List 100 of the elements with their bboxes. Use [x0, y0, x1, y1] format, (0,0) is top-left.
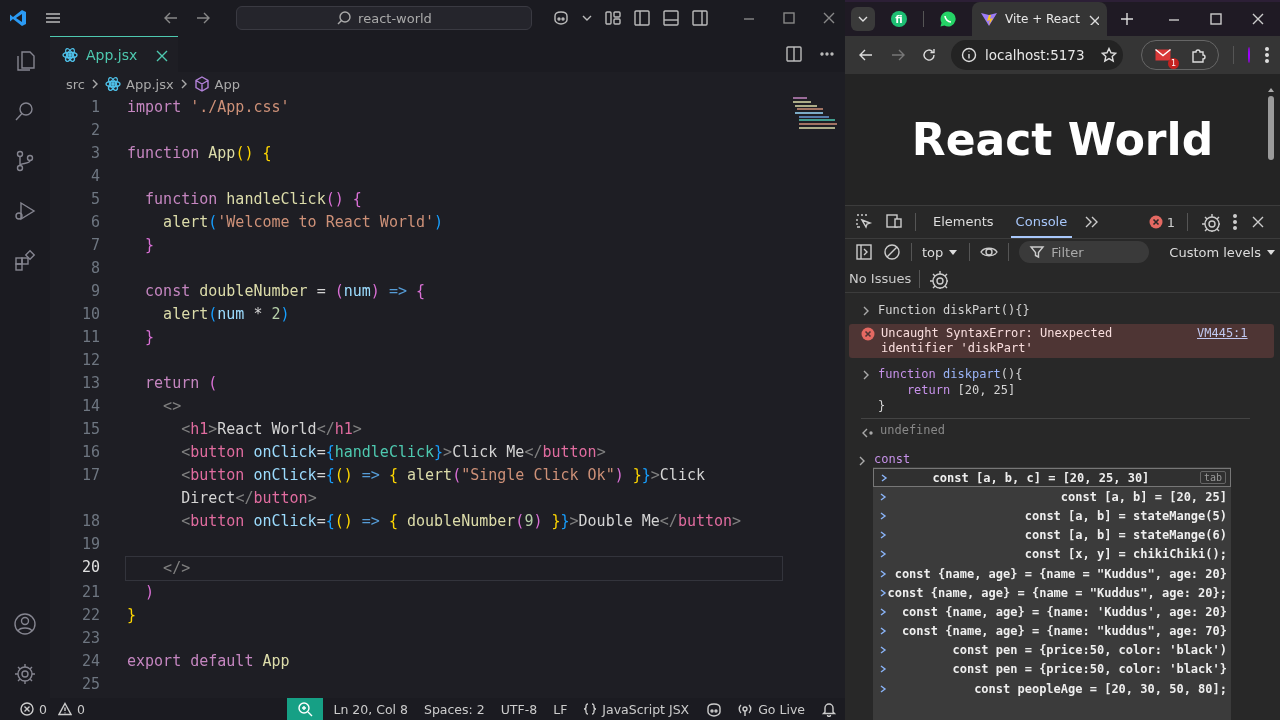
settings-icon[interactable] [928, 268, 949, 289]
suggestion-item[interactable]: const peopleAge = [20, 30, 50, 80]; [873, 679, 1231, 699]
minimap-drawing [791, 96, 837, 132]
settings-icon[interactable] [1200, 212, 1220, 232]
code-line: <button onClick={() => { doubleNumber(9) }}>Double Me</button> [180, 511, 742, 532]
search-field[interactable]: react-world [236, 6, 532, 30]
toggle-panel-icon[interactable] [662, 9, 680, 27]
inspect-icon[interactable] [855, 213, 873, 231]
browser-tab[interactable]: Vite + React [972, 2, 1107, 36]
address-bar[interactable]: localhost:5173 [951, 40, 1123, 70]
code-line: return ( [144, 373, 218, 394]
code-line: } [144, 327, 155, 348]
suggestion-item[interactable]: const {name, age} = {name = "Kuddus", age: 20} [873, 563, 1231, 584]
suggestion-item[interactable]: const {name, age} = {name: "kuddus", age: 70} [873, 621, 1231, 641]
line-number: 4 [89, 166, 100, 187]
toggle-secondary-sidebar-icon[interactable] [691, 9, 709, 27]
error-icon [861, 327, 875, 341]
maximize-icon[interactable] [1208, 11, 1224, 27]
context-dropdown[interactable]: top [922, 244, 960, 260]
console-prompt-input[interactable]: const [874, 452, 911, 466]
line-number: 13 [80, 373, 100, 394]
code-line: function App() { [127, 143, 272, 164]
line-number: 18 [80, 511, 100, 532]
line-number: 22 [80, 605, 100, 626]
expand-chevron-icon[interactable] [861, 369, 871, 381]
close-icon[interactable] [1250, 11, 1266, 27]
reload-icon[interactable] [921, 47, 937, 63]
toggle-primary-sidebar-icon[interactable] [633, 9, 651, 27]
line-number: 15 [80, 419, 100, 440]
line-number: 7 [89, 235, 100, 256]
suggestion-item[interactable]: const [a, b] = [20, 25] [873, 487, 1231, 507]
close-icon[interactable] [1250, 214, 1266, 230]
code-line: import './App.css' [127, 97, 290, 118]
encoding-button[interactable]: UTF-8 [492, 698, 546, 720]
settings-icon[interactable] [13, 662, 37, 686]
language-mode-button[interactable]: JavaScript JSX [575, 698, 698, 720]
devtools-tab[interactable]: Elements [928, 206, 999, 238]
suggestion-item[interactable]: const pen = {price:50, color: 'black'} [873, 659, 1231, 680]
line-number: 8 [89, 258, 100, 279]
suggestion-item[interactable]: const [a, b, c] = [20, 25, 30] tab [873, 468, 1231, 488]
new-tab-icon[interactable] [1118, 11, 1135, 27]
filter-field[interactable]: Filter [1019, 241, 1150, 263]
suggestion-item[interactable]: const {name, age} = {name: 'Kuddus', age: 20} [873, 602, 1231, 622]
line-number: 2 [89, 120, 100, 141]
more-icon[interactable] [1232, 213, 1238, 231]
code-line: function handleClick() { [144, 189, 362, 210]
suggestion-text: const {name, age} = {name = "Kuddus", age: 20} [893, 566, 1227, 581]
clear-console-icon[interactable] [883, 243, 901, 261]
run-debug-icon[interactable] [13, 199, 37, 223]
line-number: 23 [80, 628, 100, 649]
breadcrumb-item[interactable]: App.jsx [126, 76, 174, 92]
zoom-button[interactable] [287, 698, 324, 720]
page-heading: React World [911, 114, 1214, 165]
line-number: 24 [80, 651, 100, 672]
devtools-tab[interactable]: Console [1010, 206, 1073, 238]
copilot-icon[interactable] [552, 9, 570, 27]
vscode-logo-icon [8, 8, 28, 28]
line-ending-button[interactable]: LF [545, 698, 576, 720]
suggestion-item[interactable]: const [a, b] = stateMange(6) [873, 525, 1231, 545]
problems-button[interactable]: 0 0 [12, 698, 99, 720]
go-live-button[interactable]: Go Live [729, 698, 813, 720]
split-editor-icon[interactable] [785, 45, 803, 63]
layout-icon[interactable] [604, 9, 622, 27]
source-link[interactable]: VM445:1 [1197, 326, 1248, 341]
indentation-button[interactable]: Spaces: 2 [415, 698, 493, 720]
suggestion-item[interactable]: const {name, age} = {name = "Kuddus", age: 20}; [873, 583, 1231, 603]
code-line: ) [144, 582, 155, 603]
breadcrumb-item[interactable]: App [214, 76, 240, 92]
suggestion-item[interactable]: const [a, b] = stateMange(5) [873, 506, 1231, 526]
tab-hint: tab [1199, 471, 1226, 485]
show-sidebar-icon[interactable] [855, 243, 873, 261]
code-line: <button onClick={() => { alert("Single Click Ok") }}>Click Direct</button> [180, 465, 705, 509]
close-icon[interactable] [821, 10, 837, 26]
device-toolbar-icon[interactable] [885, 213, 903, 231]
suggestion-text: const {name, age} = {name: "kuddus", age: 70} [900, 624, 1227, 639]
line-number: 12 [80, 350, 100, 371]
tab-search-button[interactable] [851, 7, 875, 31]
copilot-icon[interactable] [705, 701, 722, 717]
suggestion-item[interactable]: const pen = {price:50, color: 'black') [873, 640, 1231, 660]
expand-chevron-icon[interactable] [861, 305, 871, 317]
puzzle-icon[interactable] [1190, 47, 1206, 63]
breadcrumb-item[interactable]: src [66, 76, 85, 92]
line-number: 25 [80, 674, 100, 695]
extensions-icon[interactable] [13, 249, 37, 273]
suggestion-item[interactable]: const [x, y] = chikiChiki(); [873, 544, 1231, 564]
more-icon[interactable] [1264, 46, 1270, 64]
mail-icon[interactable] [1154, 46, 1172, 64]
issues-text: No Issues [849, 271, 912, 286]
favicon: fi [891, 11, 907, 27]
account-icon[interactable] [13, 612, 37, 636]
error-count-button[interactable]: 1 [1148, 214, 1175, 230]
cursor-position-button[interactable]: Ln 20, Col 8 [325, 698, 416, 720]
info-icon[interactable] [961, 47, 977, 63]
maximize-icon[interactable] [781, 10, 797, 26]
bell-icon[interactable] [821, 701, 837, 717]
line-number: 21 [80, 582, 100, 603]
star-icon[interactable] [1100, 47, 1117, 63]
react-icon [105, 76, 121, 92]
cube-icon [193, 76, 210, 92]
log-levels-dropdown[interactable]: Custom levels [1169, 244, 1277, 260]
